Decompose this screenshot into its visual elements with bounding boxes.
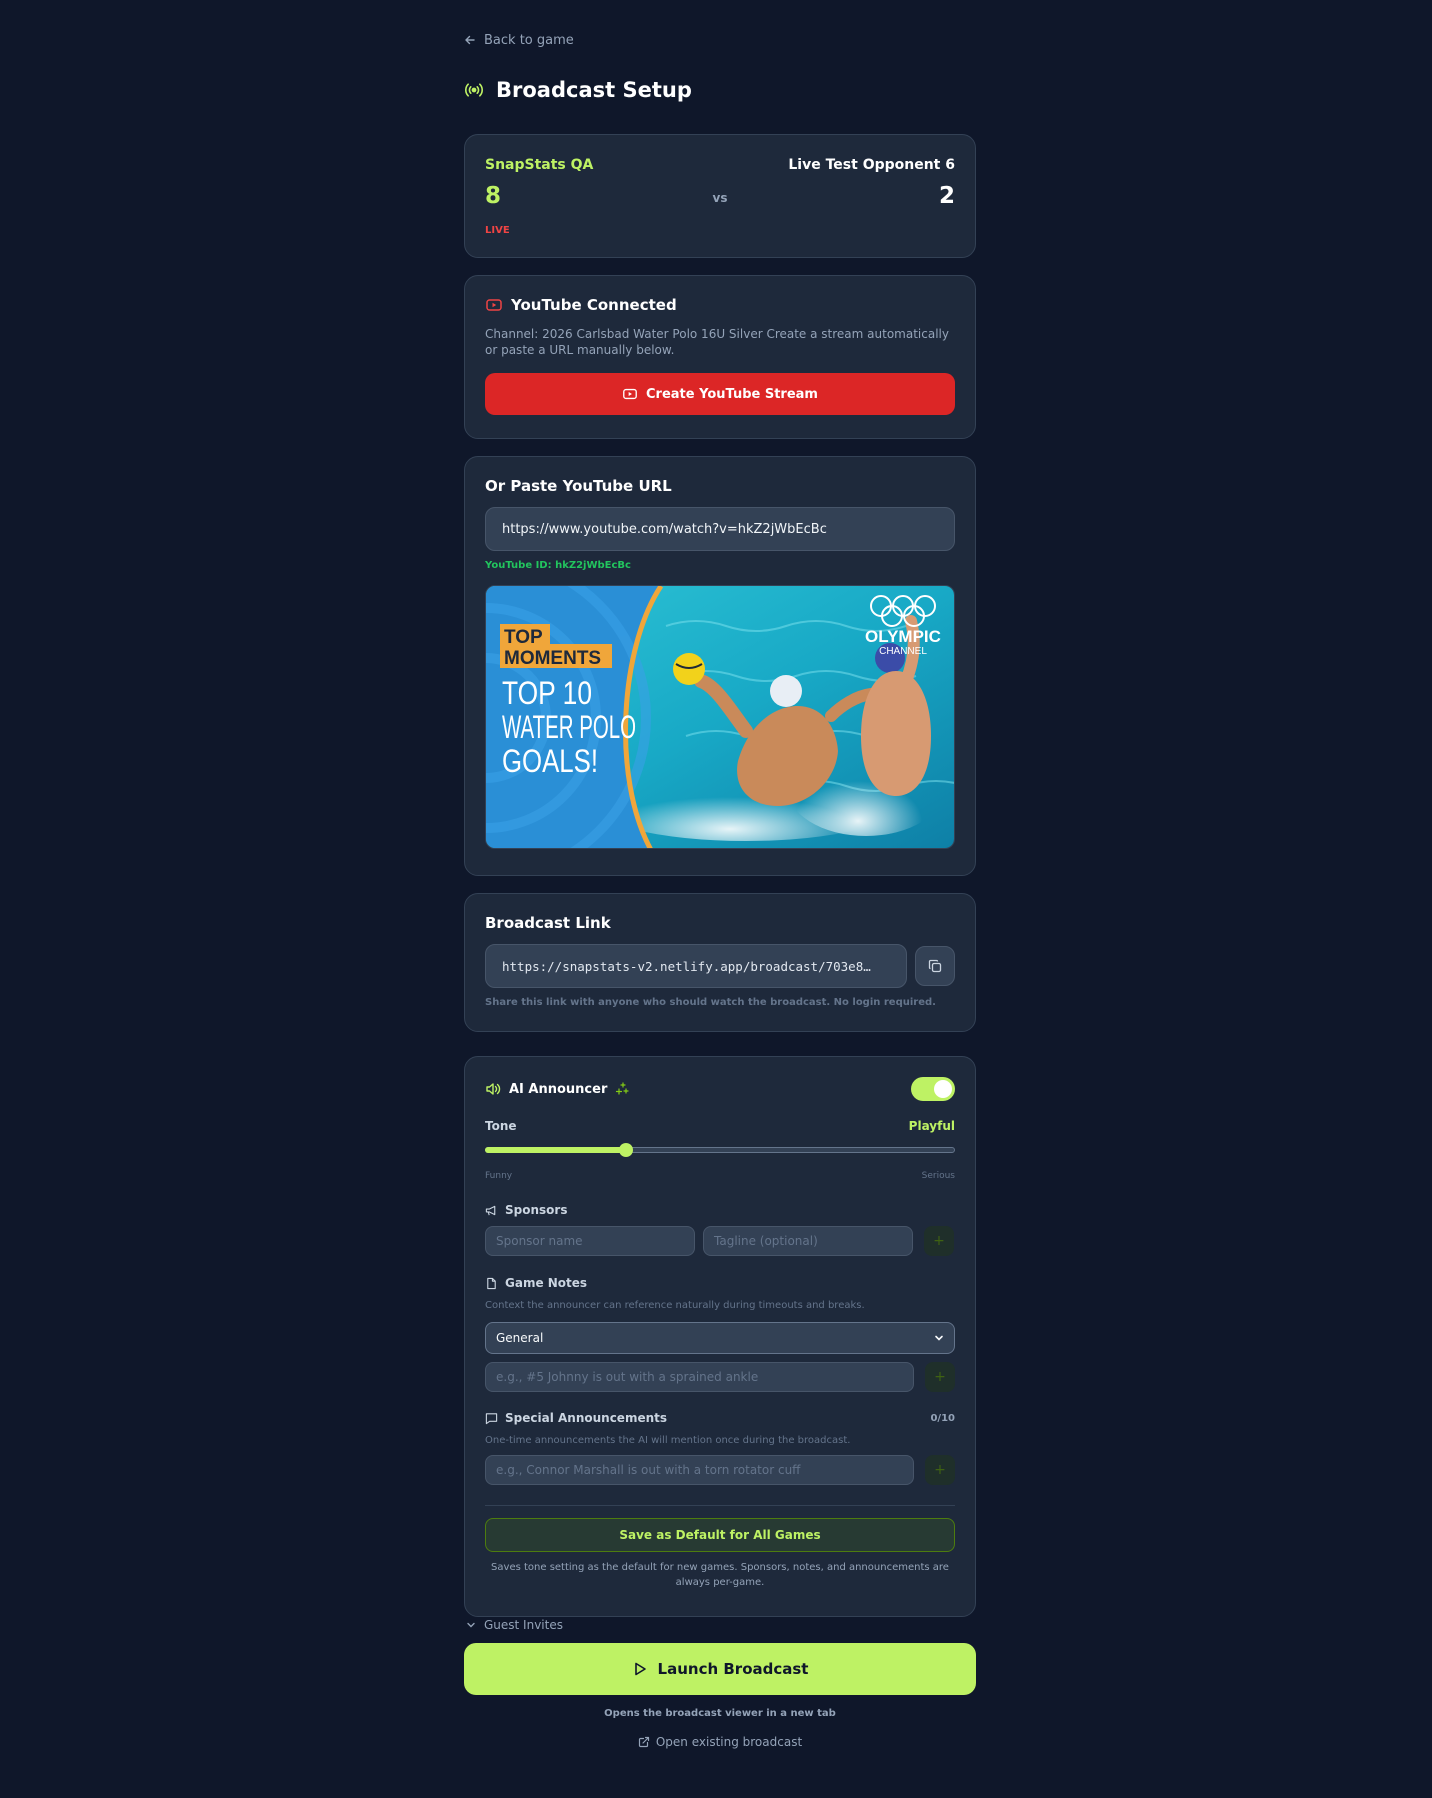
tone-slider-fill [485,1147,626,1153]
thumbnail-badge-bottom: MOMENTS [504,648,601,669]
tone-min-label: Funny [485,1171,513,1181]
ai-announcer-title-group: AI Announcer [485,1081,631,1097]
game-notes-description: Context the announcer can reference natu… [485,1300,865,1311]
tone-max-label: Serious [921,1171,955,1181]
broadcast-link-input[interactable]: https://snapstats-v2.netlify.app/broadca… [485,944,907,988]
back-link[interactable]: Back to game [464,30,976,50]
launch-hint: Opens the broadcast viewer in a new tab [604,1708,836,1719]
away-score: 2 [938,183,955,209]
thumbnail-image: TOP MOMENTS TOP 10 WATER POLO GOALS! OLY… [486,586,954,848]
save-default-hint: Saves tone setting as the default for ne… [491,1562,949,1588]
note-input-row: e.g., #5 Johnny is out with a sprained a… [485,1362,955,1392]
sponsor-name-input[interactable]: Sponsor name [485,1226,695,1256]
ai-announcer-toggle[interactable] [911,1077,955,1101]
tone-value: Playful [908,1119,955,1133]
score-card: SnapStats QA Live Test Opponent 6 8 vs 2… [464,134,976,258]
ai-announcer-title: AI Announcer [509,1081,608,1097]
home-team-name: SnapStats QA [485,157,594,173]
thumbnail-line1: TOP 10 [502,675,592,711]
note-category-value: General [496,1331,544,1345]
broadcast-link-url: https://snapstats-v2.netlify.app/broadca… [502,958,871,974]
add-announcement-button[interactable]: + [925,1455,955,1485]
sponsor-tagline-input[interactable]: Tagline (optional) [703,1226,913,1256]
thumbnail-line2: WATER POLO [502,709,636,745]
youtube-connected-header: YouTube Connected [485,296,955,314]
paste-url-card: Or Paste YouTube URL https://www.youtube… [464,456,976,876]
away-team-name: Live Test Opponent 6 [788,157,955,173]
thumbnail-brand-sub: CHANNEL [879,646,927,657]
youtube-url-input[interactable]: https://www.youtube.com/watch?v=hkZ2jWbE… [485,507,955,551]
copy-link-button[interactable] [915,946,955,986]
tone-slider-thumb[interactable] [619,1143,633,1157]
broadcast-link-hint: Share this link with anyone who should w… [485,997,936,1008]
add-note-button[interactable]: + [925,1362,955,1392]
broadcast-link-title: Broadcast Link [485,914,611,932]
youtube-id-label: YouTube ID: hkZ2jWbEcBc [485,560,631,571]
tone-slider-labels: Funny Serious [485,1171,955,1181]
chevron-down-icon [467,1622,475,1628]
launch-broadcast-button[interactable]: Launch Broadcast [464,1643,976,1695]
external-link-icon [638,1736,649,1748]
note-category-select[interactable]: General [485,1322,955,1354]
sponsors-title: Sponsors [505,1203,568,1217]
vs-label: vs [712,191,728,205]
sparkles-icon [616,1082,629,1095]
ai-announcer-card: AI Announcer Tone Playful Funny Serious … [464,1056,976,1617]
sponsor-input-row: Sponsor name Tagline (optional) + [485,1226,955,1256]
paste-url-title: Or Paste YouTube URL [485,477,672,495]
broadcast-link-card: Broadcast Link https://snapstats-v2.netl… [464,893,976,1032]
guest-invites-label: Guest Invites [484,1618,563,1632]
youtube-icon [486,299,502,311]
guest-invites-toggle[interactable]: Guest Invites [464,1618,976,1632]
youtube-icon [623,388,637,400]
special-announcements-title-group: Special Announcements [485,1411,667,1425]
page-title: Broadcast Setup [496,78,692,102]
speaker-icon [486,1083,501,1095]
special-announcement-input[interactable]: e.g., Connor Marshall is out with a torn… [485,1455,914,1485]
create-youtube-stream-label: Create YouTube Stream [646,386,818,402]
special-announcements-description: One-time announcements the AI will menti… [485,1435,851,1446]
arrow-left-icon [465,35,475,45]
broadcast-icon [465,83,483,97]
launch-broadcast-label: Launch Broadcast [657,1660,809,1678]
special-announcements-header: Special Announcements 0/10 [485,1411,955,1425]
special-input-row: e.g., Connor Marshall is out with a torn… [485,1455,955,1485]
broadcast-setup-page: Back to game Broadcast Setup SnapStats Q… [464,0,976,1749]
thumbnail-brand: OLYMPIC [865,627,941,646]
megaphone-icon [485,1205,496,1215]
message-icon [485,1412,498,1424]
add-sponsor-button[interactable]: + [924,1226,954,1256]
chevron-down-icon [935,1335,943,1341]
thumbnail-badge-top: TOP [504,627,543,648]
ai-announcer-header: AI Announcer [485,1077,955,1101]
youtube-channel-description: Channel: 2026 Carlsbad Water Polo 16U Si… [485,327,949,357]
game-notes-header: Game Notes [485,1276,955,1290]
youtube-connected-title: YouTube Connected [511,296,677,314]
broadcast-link-row: https://snapstats-v2.netlify.app/broadca… [485,944,955,988]
divider [485,1505,955,1506]
game-notes-title: Game Notes [505,1276,588,1290]
back-link-label: Back to game [484,32,574,48]
open-existing-broadcast-link[interactable]: Open existing broadcast [464,1735,976,1749]
game-note-input[interactable]: e.g., #5 Johnny is out with a sprained a… [485,1362,914,1392]
sponsors-header: Sponsors [485,1203,955,1217]
copy-icon [928,959,942,973]
tone-label: Tone [485,1119,517,1133]
thumbnail-line3: GOALS! [502,743,598,779]
save-default-button[interactable]: Save as Default for All Games [485,1518,955,1552]
tone-slider[interactable] [485,1143,955,1157]
special-announcements-count: 0/10 [930,1412,955,1424]
live-status-badge: LIVE [485,225,510,236]
page-header: Broadcast Setup [464,76,976,104]
create-youtube-stream-button[interactable]: Create YouTube Stream [485,373,955,415]
open-existing-label: Open existing broadcast [655,1735,803,1749]
youtube-connected-card: YouTube Connected Channel: 2026 Carlsbad… [464,275,976,439]
tone-row: Tone Playful [485,1119,955,1133]
file-icon [487,1277,496,1289]
special-announcements-title: Special Announcements [505,1411,668,1425]
play-icon [634,1662,646,1676]
video-thumbnail[interactable]: TOP MOMENTS TOP 10 WATER POLO GOALS! OLY… [485,585,955,849]
